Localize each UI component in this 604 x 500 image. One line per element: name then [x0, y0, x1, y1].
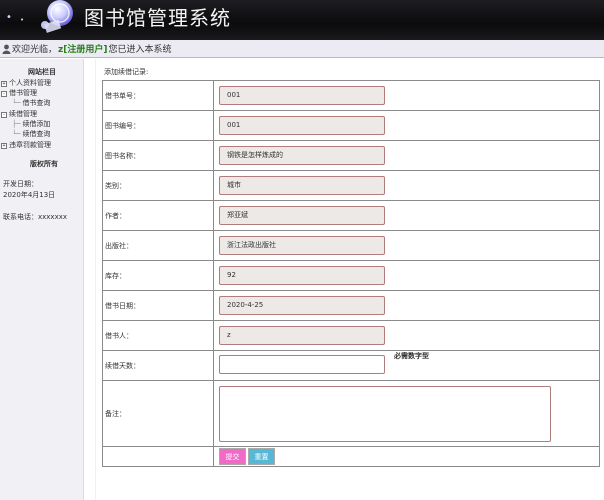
sidebar-item-borrow[interactable]: - 借书管理 — [1, 89, 37, 98]
username-label: z[注册用户] — [58, 45, 108, 55]
author-field[interactable]: 郑亚斌 — [219, 206, 385, 225]
sidebar-item-renew[interactable]: - 续借管理 — [1, 110, 37, 119]
book-id-field[interactable]: 001 — [219, 116, 385, 135]
dev-date-label: 开发日期： — [3, 180, 38, 188]
collapse-icon[interactable]: - — [1, 111, 7, 118]
field-label: 借书日期： — [102, 290, 214, 321]
logo-icon — [41, 0, 73, 33]
expand-icon[interactable]: + — [1, 142, 7, 149]
welcome-prefix: 欢迎光临， — [12, 45, 58, 55]
renew-form-table: 借书单号： 001 图书编号： 001 图书名称： 钢铁是怎样炼成的 类别： 城… — [102, 80, 600, 467]
stock-field[interactable]: 92 — [219, 266, 385, 285]
field-label: 借书单号： — [102, 80, 214, 111]
sidebar-item-label: 续借添加 — [22, 120, 51, 128]
welcome-suffix: 您已进入本系统 — [108, 45, 172, 55]
table-row: 图书名称： 钢铁是怎样炼成的 — [102, 140, 600, 171]
table-row: 续借天数： 必需数字型 — [102, 350, 600, 381]
tree-branch-icon: └─ — [12, 99, 21, 107]
field-label: 作者： — [102, 200, 214, 231]
table-row: 借书单号： 001 — [102, 80, 600, 111]
reset-button[interactable]: 重置 — [248, 448, 275, 465]
renew-days-input[interactable] — [219, 355, 385, 374]
sidebar-item-label: 借书查询 — [22, 99, 51, 107]
copyright-label: 版权所有 — [30, 160, 58, 168]
field-label: 图书名称： — [102, 140, 214, 171]
field-label: 续借天数： — [102, 350, 214, 381]
sidebar-title: 网站栏目 — [28, 68, 56, 76]
table-row: 作者： 郑亚斌 — [102, 200, 600, 231]
table-row: 图书编号： 001 — [102, 110, 600, 141]
sidebar-item-fines[interactable]: + 违章罚款管理 — [1, 141, 51, 150]
dev-date-value: 2020年4月13日 — [3, 191, 56, 199]
welcome-bar: 欢迎光临， z[注册用户] 您已进入本系统 — [0, 40, 604, 58]
sidebar: 网站栏目 + 个人资料管理 - 借书管理 └─ 借书查询 - 续借管理 ├─ 续… — [0, 59, 84, 500]
sidebar-item-label: 违章罚款管理 — [9, 141, 51, 149]
category-field[interactable]: 城市 — [219, 176, 385, 195]
expand-icon[interactable]: + — [1, 80, 7, 87]
field-label: 备注： — [102, 380, 214, 447]
publisher-field[interactable]: 浙江法政出版社 — [219, 236, 385, 255]
remarks-textarea[interactable] — [219, 385, 551, 442]
field-label: 类别： — [102, 170, 214, 201]
sidebar-item-label: 续借查询 — [22, 130, 51, 138]
borrow-date-field[interactable]: 2020-4-25 — [219, 296, 385, 315]
sidebar-item-renew-query[interactable]: └─ 续借查询 — [12, 130, 50, 139]
book-name-field[interactable]: 钢铁是怎样炼成的 — [219, 146, 385, 165]
user-icon — [2, 44, 11, 54]
page-title: 图书馆管理系统 — [84, 6, 231, 30]
renew-days-hint: 必需数字型 — [394, 352, 429, 360]
table-row: 类别： 城市 — [102, 170, 600, 201]
submit-button[interactable]: 提交 — [219, 448, 246, 465]
main-content: 添加续借记录: 借书单号： 001 图书编号： 001 图书名称： 钢铁是怎样炼… — [95, 59, 604, 500]
table-row: 提交 重置 — [102, 446, 600, 467]
field-label: 图书编号： — [102, 110, 214, 141]
borrower-field[interactable]: z — [219, 326, 385, 345]
table-row: 借书人： z — [102, 320, 600, 351]
star-icon: • — [20, 16, 25, 24]
table-row: 借书日期： 2020-4-25 — [102, 290, 600, 321]
borrow-no-field[interactable]: 001 — [219, 86, 385, 105]
app-header: • • 图书馆管理系统 — [0, 0, 604, 40]
sidebar-item-label: 借书管理 — [9, 89, 37, 97]
sidebar-item-profile[interactable]: + 个人资料管理 — [1, 79, 51, 88]
section-title: 添加续借记录: — [104, 68, 149, 76]
table-row: 库存： 92 — [102, 260, 600, 291]
contact-label: 联系电话：xxxxxxx — [3, 213, 67, 221]
table-row: 出版社： 浙江法政出版社 — [102, 230, 600, 261]
sidebar-item-borrow-query[interactable]: └─ 借书查询 — [12, 99, 50, 108]
tree-branch-icon: └─ — [12, 130, 21, 138]
sidebar-item-label: 续借管理 — [9, 110, 37, 118]
table-row: 备注： — [102, 380, 600, 447]
field-label: 借书人： — [102, 320, 214, 351]
collapse-icon[interactable]: - — [1, 90, 7, 97]
tree-branch-icon: ├─ — [12, 120, 21, 128]
field-label: 出版社： — [102, 230, 214, 261]
field-label: 库存： — [102, 260, 214, 291]
sidebar-item-label: 个人资料管理 — [9, 79, 51, 87]
sidebar-item-renew-add[interactable]: ├─ 续借添加 — [12, 120, 50, 129]
star-icon: • — [6, 12, 12, 23]
